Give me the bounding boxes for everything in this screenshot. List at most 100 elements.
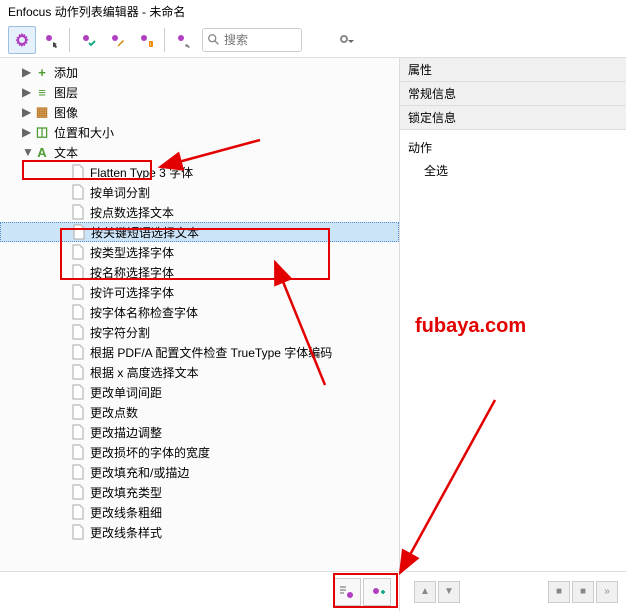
tool-btn-4[interactable] [103,26,131,54]
tree-child-item[interactable]: 更改填充类型 [0,482,399,502]
tree-child-item[interactable]: 按点数选择文本 [0,202,399,222]
tree-child-item[interactable]: 按关键短语选择文本 [0,222,399,242]
tool-btn-3[interactable] [74,26,102,54]
add-action-btn-2[interactable] [363,578,391,606]
expand-arrow[interactable]: ▶ [22,65,34,79]
expand-arrow[interactable]: ▶ [22,125,34,139]
tool-btn-5[interactable]: i [132,26,160,54]
tree-view[interactable]: ▶ + 添加▶ ≡ 图层▶ ▦ 图像▶ ◫ 位置和大小▼ A 文本 Flatte… [0,58,399,563]
child-label: 按许可选择字体 [90,284,174,301]
file-icon [72,224,86,240]
file-icon [71,284,85,300]
tree-child-item[interactable]: 更改填充和/或描边 [0,462,399,482]
child-label: 按单词分割 [90,184,150,201]
up-icon: ▲ [420,586,430,597]
mini-btn-2[interactable]: ■ [572,581,594,603]
tree-child-item[interactable]: 更改线条样式 [0,522,399,542]
child-label: 按字体名称检查字体 [90,304,198,321]
tree-child-item[interactable]: 根据 x 高度选择文本 [0,362,399,382]
child-label: 更改点数 [90,404,138,421]
file-icon [71,344,85,360]
file-icon-wrap [70,484,86,500]
category-item[interactable]: ▶ ◫ 位置和大小 [0,122,399,142]
gear-check-icon [80,32,96,48]
child-label: 更改描边调整 [90,424,162,441]
expand-arrow[interactable]: ▶ [22,105,34,119]
tree-child-item[interactable]: 按字符分割 [0,322,399,342]
gear-caret-icon [339,34,355,46]
prop-header-properties: 属性 [400,58,626,82]
category-icon: A [34,144,50,160]
file-icon [71,244,85,260]
tree-child-item[interactable]: 更改描边调整 [0,422,399,442]
child-label: 更改填充和/或描边 [90,464,189,481]
search-input[interactable] [224,33,294,47]
child-label: Flatten Type 3 字体 [90,164,193,181]
gear-info-icon: i [138,32,154,48]
file-icon-wrap [70,504,86,520]
child-label: 更改填充类型 [90,484,162,501]
tree-child-item[interactable]: 更改单词间距 [0,382,399,402]
file-icon [71,524,85,540]
category-icon: ▦ [34,104,50,120]
file-icon-wrap [70,264,86,280]
file-icon [71,504,85,520]
gear-plus-icon [368,584,386,600]
category-item[interactable]: ▶ ▦ 图像 [0,102,399,122]
child-label: 按点数选择文本 [90,204,174,221]
child-label: 更改线条粗细 [90,504,162,521]
category-item[interactable]: ▶ + 添加 [0,62,399,82]
file-icon [71,404,85,420]
add-action-btn-1[interactable] [333,578,361,606]
file-icon-wrap [70,404,86,420]
file-icon-wrap [70,344,86,360]
file-icon-wrap [70,384,86,400]
tree-child-item[interactable]: 按字体名称检查字体 [0,302,399,322]
category-item[interactable]: ▼ A 文本 [0,142,399,162]
move-down-btn[interactable]: ▼ [438,581,460,603]
tool-btn-6[interactable] [169,26,197,54]
child-label: 根据 PDF/A 配置文件检查 TrueType 字体编码 [90,344,332,361]
prop-header-lock[interactable]: 锁定信息 [400,106,626,130]
gear-wrench-icon [175,32,191,48]
child-label: 按关键短语选择文本 [91,224,199,241]
category-item[interactable]: ▶ ≡ 图层 [0,82,399,102]
file-icon-wrap [70,184,86,200]
gear-pencil-icon [109,32,125,48]
tool-btn-1[interactable] [8,26,36,54]
search-box[interactable] [202,28,302,52]
tree-child-item[interactable]: 更改点数 [0,402,399,422]
file-icon [71,444,85,460]
tree-child-item[interactable]: 更改损坏的字体的宽度 [0,442,399,462]
file-icon [71,364,85,380]
file-icon [71,264,85,280]
category-icon: + [34,64,50,80]
tree-child-item[interactable]: 按许可选择字体 [0,282,399,302]
move-up-btn[interactable]: ▲ [414,581,436,603]
expand-btn[interactable]: » [596,581,618,603]
gear-icon [14,32,30,48]
tool-btn-2[interactable] [37,26,65,54]
expand-arrow[interactable]: ▶ [22,85,34,99]
tree-child-item[interactable]: 根据 PDF/A 配置文件检查 TrueType 字体编码 [0,342,399,362]
file-icon-wrap [70,444,86,460]
prop-selectall[interactable]: 全选 [400,159,626,182]
tree-child-item[interactable]: 按单词分割 [0,182,399,202]
file-icon [71,184,85,200]
search-icon [207,33,221,47]
file-icon-wrap [71,224,87,240]
file-icon-wrap [70,244,86,260]
mini-btn-1[interactable]: ■ [548,581,570,603]
right-bottom-toolbar: ▲ ▼ ■ ■ » [406,571,626,611]
file-icon-wrap [70,324,86,340]
tree-child-item[interactable]: 按类型选择字体 [0,242,399,262]
file-icon-wrap [70,424,86,440]
settings-dropdown[interactable] [333,26,361,54]
gear-cursor-icon [43,32,59,48]
prop-header-general[interactable]: 常规信息 [400,82,626,106]
expand-arrow[interactable]: ▼ [22,145,34,159]
tree-child-item[interactable]: 按名称选择字体 [0,262,399,282]
tree-child-item[interactable]: Flatten Type 3 字体 [0,162,399,182]
file-icon-wrap [70,304,86,320]
tree-child-item[interactable]: 更改线条粗细 [0,502,399,522]
